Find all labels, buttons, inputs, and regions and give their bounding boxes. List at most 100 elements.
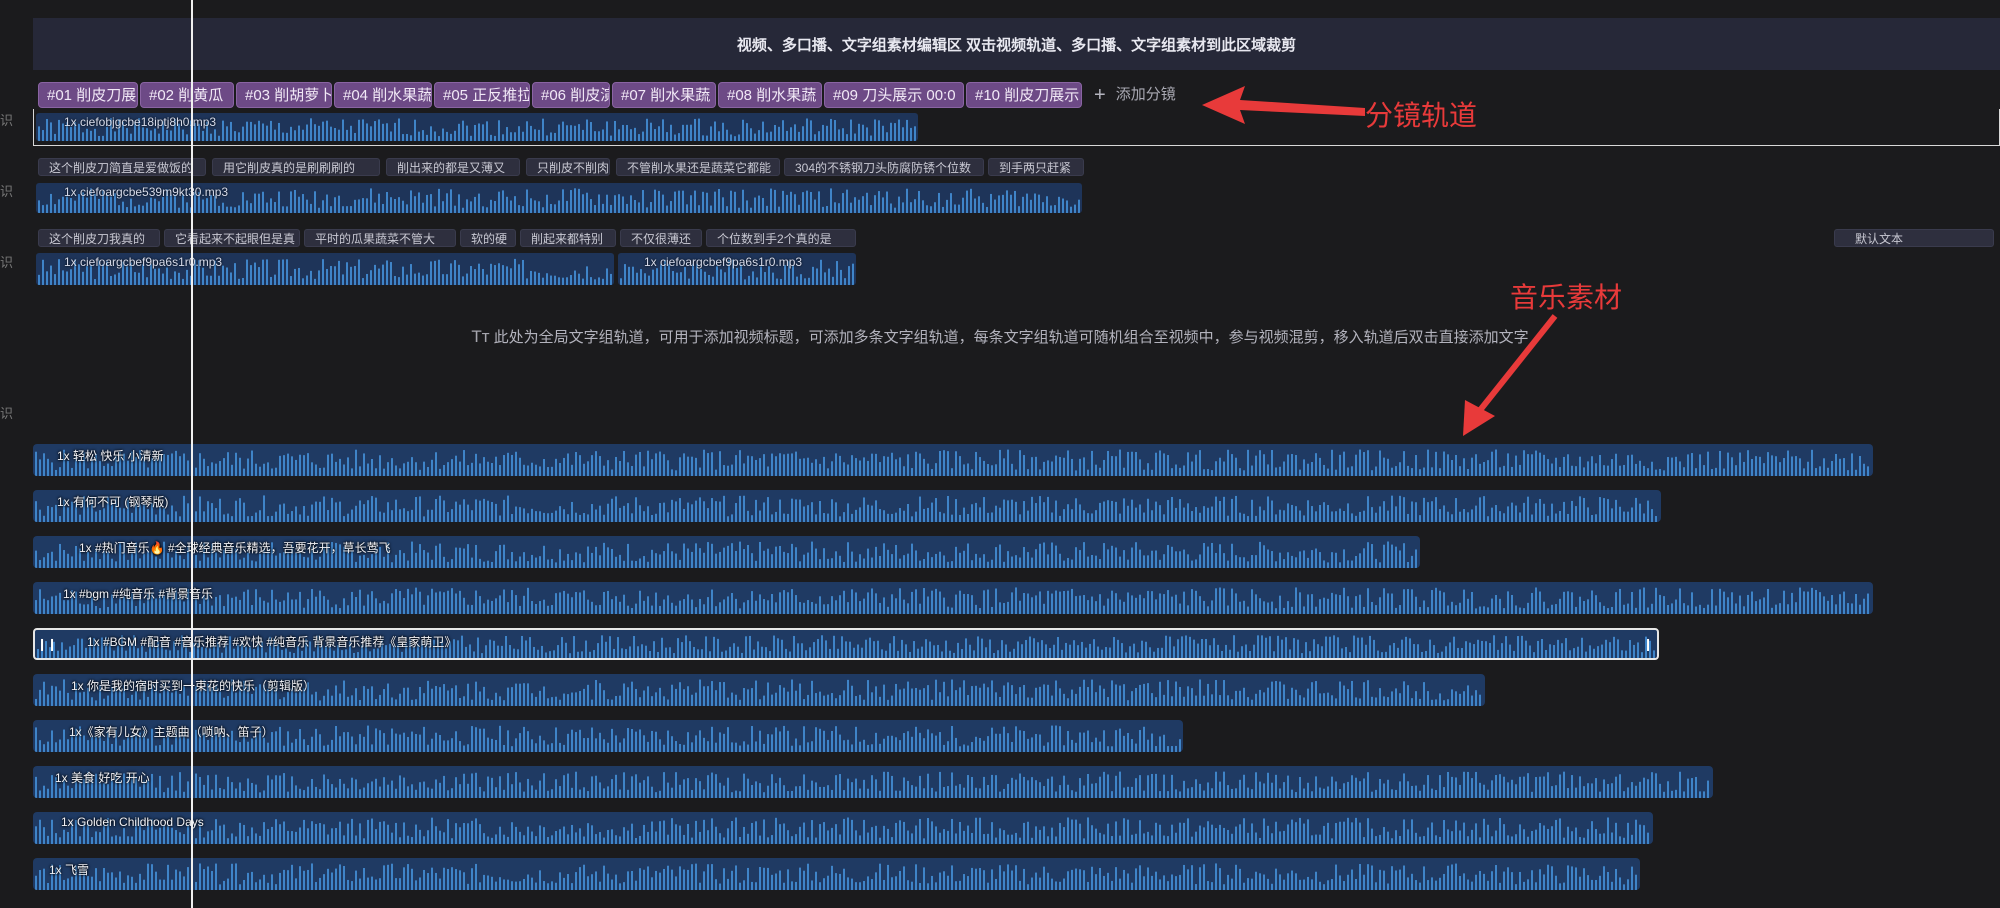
shot-09[interactable]: #09 刀头展示 00:0 [824, 82, 964, 108]
voice-track[interactable]: 1x ciefoargcbef9pa6s1r0.mp3 [618, 253, 856, 285]
waveform-bar [246, 259, 248, 285]
waveform-bar [1007, 733, 1009, 752]
waveform-bar [1647, 779, 1649, 798]
subtitle-clip[interactable]: 这个削皮刀简直是爱做饭的 [38, 158, 206, 176]
waveform-bar [451, 788, 453, 798]
waveform-bar [57, 650, 59, 658]
waveform-bar [1143, 683, 1145, 706]
shot-08[interactable]: #08 削水果蔬 [718, 82, 822, 108]
music-track[interactable]: 1x 飞雪 [33, 858, 1640, 890]
waveform-bar [1423, 866, 1425, 890]
waveform-bar [815, 459, 817, 476]
music-track[interactable]: 1x 你是我的宿时买到一束花的快乐（剪辑版） [33, 674, 1485, 706]
waveform-bar [899, 740, 901, 752]
waveform-bar [1451, 514, 1453, 522]
add-shot-button[interactable]: + 添加分镜 [1094, 82, 1176, 108]
shot-04[interactable]: #04 削水果蔬 [334, 82, 432, 108]
waveform-bar [579, 455, 581, 476]
waveform-bar [569, 653, 571, 658]
shot-07[interactable]: #07 削水果蔬 [612, 82, 716, 108]
waveform-bar [514, 132, 516, 141]
waveform-bar [359, 823, 361, 844]
music-track[interactable]: 1x #bgm #纯音乐 #背景音乐 [33, 582, 1873, 614]
shot-02[interactable]: #02 削黄瓜 [140, 82, 234, 108]
waveform-bar [39, 740, 41, 752]
waveform-bar [647, 596, 649, 614]
music-track[interactable]: 1x《家有儿女》主题曲（唢呐、笛子） [33, 720, 1183, 752]
waveform-bar [583, 738, 585, 752]
trim-handle-right[interactable]: ❙❙ [1643, 634, 1657, 654]
subtitle-clip[interactable]: 削起来都特别 [520, 229, 616, 247]
waveform-bar [483, 561, 485, 568]
subtitle-clip[interactable]: 304的不锈钢刀头防腐防锈个位数 [784, 158, 984, 176]
music-track-selected[interactable]: ❙❙ 1x #BGM #配音 #音乐推荐 #欢快 #纯音乐 背景音乐推荐《皇家萌… [33, 628, 1659, 660]
waveform-bar [594, 131, 596, 141]
waveform-bar [1203, 469, 1205, 476]
subtitle-clip[interactable]: 到手两只赶紧 [988, 158, 1084, 176]
waveform-bar [443, 500, 445, 522]
waveform-bar [91, 876, 93, 890]
subtitle-clip[interactable]: 它看起来不起眼但是真 [164, 229, 300, 247]
subtitle-clip[interactable]: 软的硬 [460, 229, 516, 247]
waveform-bar [167, 514, 169, 522]
waveform-bar [1503, 824, 1505, 844]
waveform-bar [1495, 505, 1497, 522]
waveform-bar [1074, 204, 1076, 213]
waveform-bar [1815, 468, 1817, 476]
subtitle-clip[interactable]: 只削皮不削肉 [526, 158, 610, 176]
subtitle-clip[interactable]: 不仅很薄还 [620, 229, 702, 247]
music-track[interactable]: 1x 轻松 快乐 小清新 [33, 444, 1873, 476]
waveform-bar [1115, 821, 1117, 844]
subtitle-clip[interactable]: 平时的瓜果蔬菜不管大 [304, 229, 456, 247]
music-track[interactable]: 1x 美食 好吃 开心 [33, 766, 1713, 798]
waveform-bar [1503, 608, 1505, 614]
waveform-bar [859, 741, 861, 752]
waveform-bar [1159, 450, 1161, 476]
waveform-bar [459, 590, 461, 614]
waveform-bar [715, 469, 717, 476]
playhead[interactable] [191, 0, 193, 908]
waveform-bar [890, 203, 892, 213]
voice-track[interactable]: 1x ciefoargcbef9pa6s1r0.mp3 [36, 253, 614, 285]
subtitle-clip[interactable]: 个位数到手2个真的是 [706, 229, 856, 247]
waveform-bar [227, 838, 229, 844]
waveform-bar [1043, 745, 1045, 752]
music-track[interactable]: 1x Golden Childhood Days [33, 812, 1653, 844]
waveform-bar [1015, 587, 1017, 614]
shot-03[interactable]: #03 削胡萝卜 [236, 82, 332, 108]
waveform-bar [1463, 771, 1465, 798]
music-track[interactable]: 1x #热门音乐🔥 #全球经典音乐精选，吾要花开，草长莺飞 [33, 536, 1420, 568]
subtitle-clip[interactable]: 削出来的都是又薄又 [386, 158, 520, 176]
waveform-bar [411, 509, 413, 522]
waveform-bar [659, 872, 661, 890]
music-track[interactable]: 1x 有何不可 (钢琴版) [33, 490, 1661, 522]
shot-01[interactable]: #01 削皮刀展 [38, 82, 138, 108]
waveform-bar [470, 266, 472, 285]
waveform-bar [403, 553, 405, 568]
default-text-clip[interactable]: 默认文本 [1834, 229, 1994, 247]
waveform-bar [514, 258, 516, 285]
waveform-bar [1585, 651, 1587, 658]
waveform-bar [999, 449, 1001, 476]
waveform-bar [1499, 467, 1501, 476]
waveform-bar [1407, 513, 1409, 522]
waveform-bar [1027, 821, 1029, 844]
shot-06[interactable]: #06 削皮演 [532, 82, 610, 108]
waveform-bar [1509, 644, 1511, 658]
waveform-bar [1111, 880, 1113, 890]
subtitle-clip[interactable]: 用它削皮真的是刷刷刷的 [212, 158, 380, 176]
waveform-bar [1423, 467, 1425, 476]
waveform-bar [955, 785, 957, 798]
waveform-bar [1265, 637, 1267, 658]
shot-10[interactable]: #10 削皮刀展示 [966, 82, 1082, 108]
shot-05[interactable]: #05 正反推拉 [434, 82, 530, 108]
waveform-bar [1215, 680, 1217, 706]
waveform-bar [927, 685, 929, 706]
subtitle-clip[interactable]: 不管削水果还是蔬菜它都能 [616, 158, 780, 176]
voice-track[interactable]: 1x ciefobjgcbe18iptj8h0.mp3 [36, 113, 918, 141]
waveform-bar [455, 823, 457, 844]
trim-handle-left[interactable]: ❙❙ [37, 634, 57, 654]
waveform-bar [661, 637, 663, 658]
subtitle-clip[interactable]: 这个削皮刀我真的 [38, 229, 160, 247]
waveform-bar [747, 744, 749, 752]
